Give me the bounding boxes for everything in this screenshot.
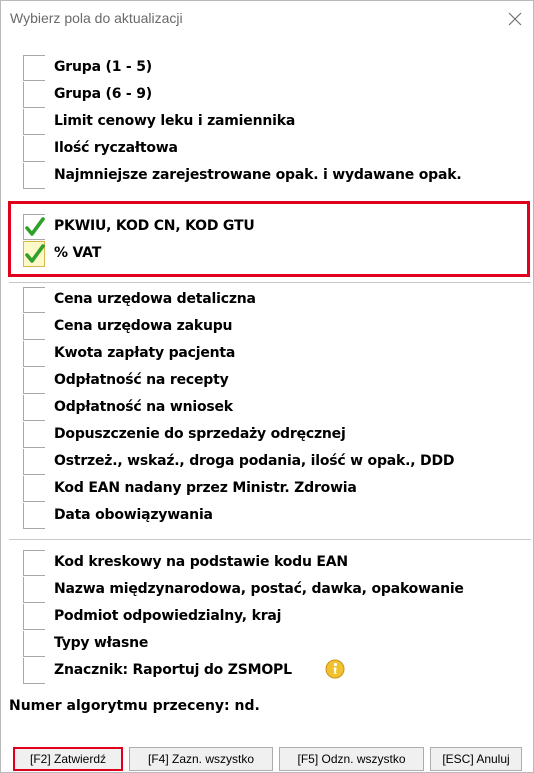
divider	[9, 539, 531, 540]
checkbox[interactable]	[23, 214, 45, 240]
option-row[interactable]: Cena urzędowa detaliczna	[9, 286, 524, 313]
checkbox[interactable]	[23, 503, 45, 529]
checkbox[interactable]	[23, 604, 45, 630]
option-row[interactable]: Kod EAN nadany przez Ministr. Zdrowia	[9, 475, 524, 502]
checkbox[interactable]	[23, 550, 45, 576]
checkbox[interactable]	[23, 163, 45, 189]
option-row[interactable]: PKWIU, KOD CN, KOD GTU	[9, 213, 524, 240]
option-label: Kod EAN nadany przez Ministr. Zdrowia	[54, 480, 357, 496]
algorithm-number-text: Numer algorytmu przeceny: nd.	[9, 698, 260, 714]
option-row[interactable]: Limit cenowy leku i zamiennika	[9, 108, 524, 135]
option-label: Dopuszczenie do sprzedaży odręcznej	[54, 426, 346, 442]
option-row[interactable]: Kwota zapłaty pacjenta	[9, 340, 524, 367]
option-label: PKWIU, KOD CN, KOD GTU	[54, 218, 255, 234]
dialog-window: Wybierz pola do aktualizacji Grupa (1 - …	[0, 0, 534, 773]
option-row[interactable]: Odpłatność na wniosek	[9, 394, 524, 421]
confirm-button[interactable]: [F2] Zatwierdź	[13, 747, 123, 771]
option-row[interactable]: Dopuszczenie do sprzedaży odręcznej	[9, 421, 524, 448]
checkbox-group-vat: PKWIU, KOD CN, KOD GTU % VAT	[9, 203, 531, 278]
option-row[interactable]: Znacznik: Raportuj do ZSMOPL	[9, 657, 524, 684]
option-row[interactable]: Nazwa międzynarodowa, postać, dawka, opa…	[9, 576, 524, 603]
option-label: Kod kreskowy na podstawie kodu EAN	[54, 554, 348, 570]
close-icon[interactable]	[501, 5, 529, 33]
checkbox[interactable]	[23, 449, 45, 475]
option-row[interactable]: Typy własne	[9, 630, 524, 657]
title-bar: Wybierz pola do aktualizacji	[1, 1, 533, 37]
option-label: Odpłatność na wniosek	[54, 399, 233, 415]
option-row[interactable]: Ilość ryczałtowa	[9, 135, 524, 162]
checkbox[interactable]	[23, 314, 45, 340]
option-label: Data obowiązywania	[54, 507, 213, 523]
checkbox[interactable]	[23, 241, 45, 267]
option-label: Najmniejsze zarejestrowane opak. i wydaw…	[54, 167, 462, 183]
window-title: Wybierz pola do aktualizacji	[10, 10, 183, 26]
check-mark-icon	[25, 217, 45, 236]
option-label: Znacznik: Raportuj do ZSMOPL	[54, 662, 292, 678]
option-label: Podmiot odpowiedzialny, kraj	[54, 608, 282, 624]
option-label: Grupa (1 - 5)	[54, 59, 152, 75]
option-row[interactable]: Data obowiązywania	[9, 502, 524, 529]
option-label: Kwota zapłaty pacjenta	[54, 345, 236, 361]
checkbox[interactable]	[23, 631, 45, 657]
checkbox[interactable]	[23, 341, 45, 367]
option-label: Nazwa międzynarodowa, postać, dawka, opa…	[54, 581, 464, 597]
checkbox[interactable]	[23, 476, 45, 502]
checkbox[interactable]	[23, 395, 45, 421]
option-row[interactable]: Odpłatność na recepty	[9, 367, 524, 394]
checkbox[interactable]	[23, 109, 45, 135]
option-label: Ilość ryczałtowa	[54, 140, 178, 156]
button-bar: [F2] Zatwierdź [F4] Zazn. wszystko [F5] …	[1, 742, 533, 772]
option-label: Odpłatność na recepty	[54, 372, 229, 388]
cancel-button[interactable]: [ESC] Anuluj	[430, 747, 522, 771]
option-row[interactable]: Najmniejsze zarejestrowane opak. i wydaw…	[9, 162, 524, 189]
checkbox[interactable]	[23, 287, 45, 313]
check-mark-icon	[25, 244, 45, 263]
option-label: % VAT	[54, 245, 102, 261]
option-row[interactable]: Kod kreskowy na podstawie kodu EAN	[9, 549, 524, 576]
option-label: Cena urzędowa detaliczna	[54, 291, 256, 307]
checkbox-group-other: Kod kreskowy na podstawie kodu EAN Nazwa…	[9, 544, 531, 684]
checkbox[interactable]	[23, 577, 45, 603]
option-label: Typy własne	[54, 635, 149, 651]
option-label: Limit cenowy leku i zamiennika	[54, 113, 296, 129]
option-row[interactable]: Grupa (1 - 5)	[9, 54, 524, 81]
checkbox[interactable]	[23, 82, 45, 108]
checkbox[interactable]	[23, 136, 45, 162]
checkbox-group-prices: Cena urzędowa detaliczna Cena urzędowa z…	[9, 282, 531, 534]
option-label: Ostrzeż., wskaź., droga podania, ilość w…	[54, 453, 455, 469]
option-row[interactable]: Podmiot odpowiedzialny, kraj	[9, 603, 524, 630]
deselect-all-button[interactable]: [F5] Odzn. wszystko	[279, 747, 424, 771]
checkbox[interactable]	[23, 658, 45, 684]
checkbox-group-basic: Grupa (1 - 5) Grupa (6 - 9) Limit cenowy…	[9, 54, 531, 200]
info-icon[interactable]	[325, 659, 345, 679]
checkbox[interactable]	[23, 368, 45, 394]
option-label: Cena urzędowa zakupu	[54, 318, 233, 334]
option-row[interactable]: Cena urzędowa zakupu	[9, 313, 524, 340]
select-all-button[interactable]: [F4] Zazn. wszystko	[129, 747, 273, 771]
option-row[interactable]: % VAT	[9, 240, 524, 267]
checkbox[interactable]	[23, 55, 45, 81]
option-row[interactable]: Grupa (6 - 9)	[9, 81, 524, 108]
checkbox[interactable]	[23, 422, 45, 448]
option-label: Grupa (6 - 9)	[54, 86, 152, 102]
option-row[interactable]: Ostrzeż., wskaź., droga podania, ilość w…	[9, 448, 524, 475]
